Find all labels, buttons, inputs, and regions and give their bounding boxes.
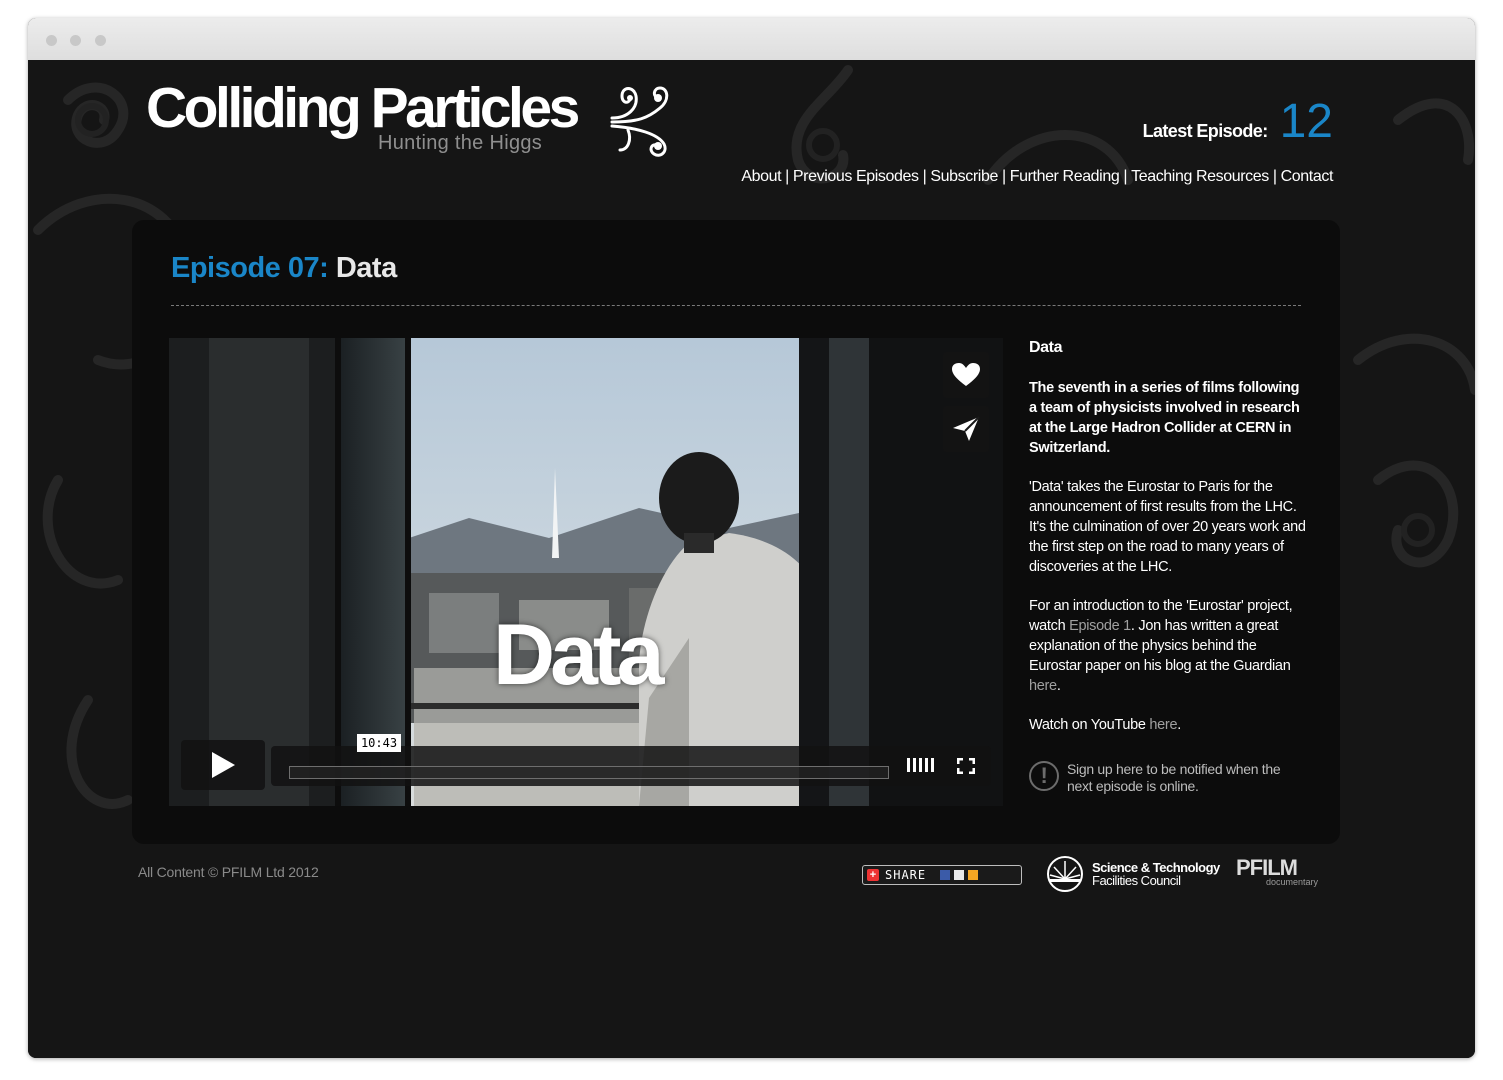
progress-bar[interactable] — [289, 766, 889, 779]
text-segment: . — [1056, 678, 1061, 694]
browser-window: Colliding Particles Hunting the Higgs La… — [28, 18, 1475, 1058]
info-paragraph-4: Watch on YouTube here. — [1029, 715, 1309, 735]
play-button[interactable] — [181, 740, 265, 790]
main-nav: About | Previous Episodes | Subscribe | Furthe… — [741, 168, 1333, 186]
volume-bar — [931, 758, 934, 772]
time-display: 10:43 — [357, 734, 401, 752]
video-frame — [169, 338, 1003, 806]
play-icon — [212, 752, 235, 778]
stfc-name: Science & Technology Facilities Council — [1092, 861, 1220, 887]
guardian-link[interactable]: here — [1029, 678, 1057, 694]
social-icon — [968, 870, 979, 880]
share-button[interactable]: + SHARE — [862, 865, 1022, 885]
stfc-line-2: Facilities Council — [1092, 873, 1181, 888]
window-maximize-dot[interactable] — [95, 35, 106, 46]
stfc-emblem-icon — [1047, 856, 1083, 892]
pfilm-name: PFILM — [1236, 855, 1298, 880]
copyright: All Content © PFILM Ltd 2012 — [138, 864, 319, 880]
youtube-link[interactable]: here — [1149, 717, 1177, 733]
page-viewport: Colliding Particles Hunting the Higgs La… — [28, 60, 1475, 1058]
info-heading: Data — [1029, 339, 1063, 356]
heart-icon — [952, 363, 980, 386]
video-player[interactable]: Data 10:43 — [169, 338, 1003, 806]
window-close-dot[interactable] — [46, 35, 57, 46]
nav-separator: | — [1123, 168, 1128, 185]
logo-subtitle: Hunting the Higgs — [378, 132, 543, 154]
plus-icon: + — [867, 869, 879, 881]
info-paragraph-3: For an introduction to the 'Eurostar' pr… — [1029, 596, 1309, 696]
latest-episode-number[interactable]: 12 — [1280, 98, 1333, 146]
site-logo[interactable]: Colliding Particles Hunting the Higgs — [146, 78, 676, 178]
share-label: SHARE — [885, 868, 927, 882]
share-service-icons — [940, 870, 979, 880]
latest-episode-label: Latest Episode: — [1142, 121, 1269, 141]
nav-teaching-resources[interactable]: Teaching Resources — [1131, 168, 1269, 185]
social-icon — [954, 870, 965, 880]
notify-signup[interactable]: ! Sign up here to be notified when the n… — [1029, 761, 1309, 795]
progress-bar-container: 10:43 — [271, 734, 991, 786]
browser-chrome — [28, 18, 1475, 61]
site-header: Colliding Particles Hunting the Higgs La… — [28, 60, 1475, 210]
latest-episode[interactable]: Latest Episode: 12 — [1143, 98, 1333, 146]
video-title-overlay: Data — [493, 607, 664, 703]
nav-separator: | — [1272, 168, 1277, 185]
nav-previous-episodes[interactable]: Previous Episodes — [793, 168, 919, 185]
logo-title: Colliding Particles — [146, 76, 580, 140]
volume-bar — [907, 758, 910, 772]
send-icon — [953, 416, 980, 441]
nav-subscribe[interactable]: Subscribe — [930, 168, 998, 185]
episode-panel: Episode 07: Data Data 10:43 Data The sev… — [132, 220, 1340, 844]
notify-text: Sign up here to be notified when the nex… — [1067, 761, 1281, 794]
info-lead: The seventh in a series of films followi… — [1029, 380, 1300, 456]
volume-bar — [925, 758, 928, 772]
share-video-button[interactable] — [943, 406, 989, 452]
stfc-logo[interactable]: Science & Technology Facilities Council — [1046, 855, 1220, 893]
episode-number: Episode 07: — [171, 252, 329, 284]
episode-1-link[interactable]: Episode 1 — [1069, 618, 1131, 634]
episode-info: Data The seventh in a series of films fo… — [1029, 338, 1309, 795]
pfilm-logo[interactable]: PFILM documentary — [1236, 855, 1319, 888]
logo-flourish-icon — [610, 86, 669, 157]
info-paragraph-2: 'Data' takes the Eurostar to Paris for t… — [1029, 479, 1306, 575]
volume-control[interactable] — [907, 758, 934, 772]
text-segment: . — [1177, 717, 1181, 733]
episode-name: Data — [335, 252, 397, 284]
nav-about[interactable]: About — [741, 168, 781, 185]
text-segment: Watch on YouTube — [1029, 717, 1150, 733]
volume-bar — [913, 758, 916, 772]
nav-separator: | — [785, 168, 789, 185]
pfilm-tagline: documentary — [1266, 877, 1319, 887]
nav-separator: | — [1001, 168, 1006, 185]
nav-further-reading[interactable]: Further Reading — [1010, 168, 1120, 185]
fullscreen-icon[interactable] — [957, 758, 975, 774]
social-icon — [940, 870, 951, 880]
alert-icon: ! — [1029, 761, 1059, 791]
volume-bar — [919, 758, 922, 772]
nav-contact[interactable]: Contact — [1281, 168, 1334, 185]
title-divider — [171, 305, 1301, 306]
episode-title: Episode 07: Data — [171, 252, 397, 285]
video-controls: 10:43 — [181, 734, 991, 790]
window-minimize-dot[interactable] — [70, 35, 81, 46]
like-button[interactable] — [943, 352, 989, 398]
nav-separator: | — [922, 168, 927, 185]
